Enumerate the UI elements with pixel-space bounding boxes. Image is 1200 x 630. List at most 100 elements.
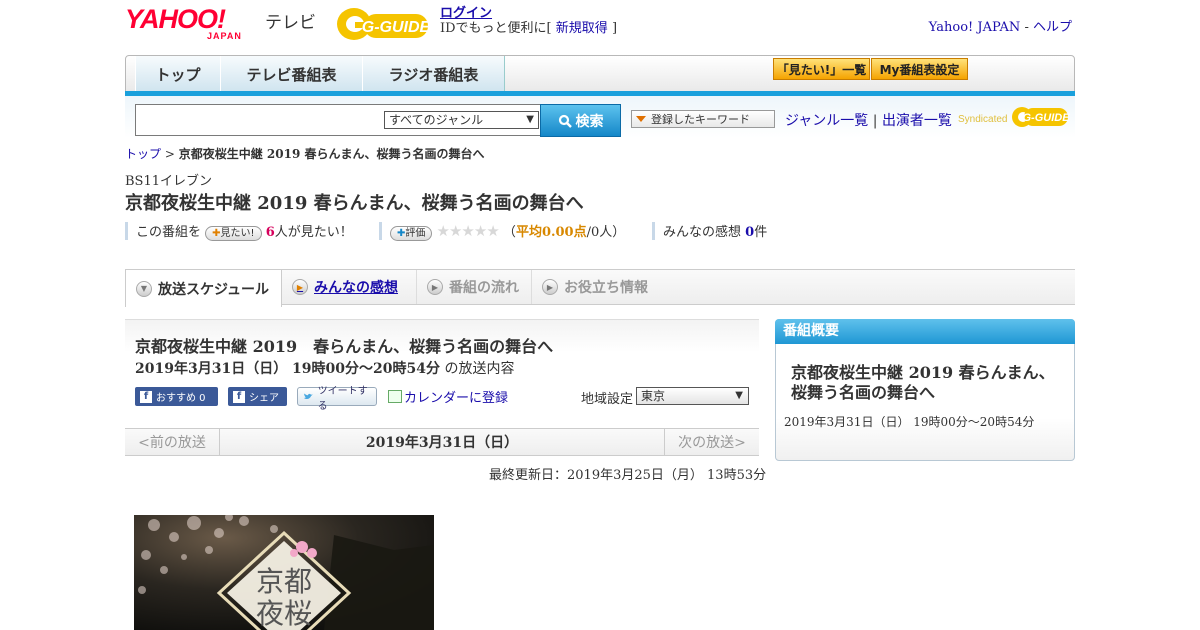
gguide-logo-text: G-GUIDE — [362, 19, 432, 36]
impressions-suffix: 件 — [754, 225, 768, 240]
id-promo-text: IDでもっと便利に[ — [440, 21, 552, 36]
login-box: ログイン IDでもっと便利に[ 新規取得 ] — [440, 6, 617, 36]
program-image: 京都 夜桜 — [134, 515, 434, 630]
facebook-share-button[interactable]: f シェア — [228, 387, 287, 406]
yahoo-logo-text: YAHOO! — [125, 4, 226, 34]
rating-divider — [652, 222, 655, 240]
my-schedule-settings-button[interactable]: My番組表設定 — [871, 58, 968, 80]
twitter-bird-icon — [303, 392, 313, 399]
tweet-label: ツイートする — [317, 385, 368, 412]
chevron-right-icon: ▶ — [427, 279, 443, 295]
tweet-button[interactable]: ツイートする — [297, 386, 377, 412]
chevron-down-icon: ▼ — [136, 280, 152, 297]
tab-broadcast-schedule[interactable]: ▼ 放送スケジュール — [125, 270, 282, 307]
average-people: /0人） — [586, 225, 626, 240]
mitai-section: この番組を ✚見たい! 6人が見たい！ — [136, 221, 353, 241]
main-navigation: トップ テレビ番組表 ラジオ番組表 「見たい!」一覧 My番組表設定 — [125, 55, 1075, 93]
current-broadcast-date: 2019年3月31日（日） — [365, 435, 519, 451]
nav-tab-tv-schedule[interactable]: テレビ番組表 — [220, 56, 363, 92]
search-button-label: 検索 — [575, 113, 604, 130]
review-button-label: 評価 — [405, 228, 426, 239]
schedule-datetime: 2019年3月31日（日） 19時00分～20時54分 の放送内容 — [135, 358, 514, 378]
search-icon — [558, 114, 572, 128]
rating-divider — [125, 222, 128, 240]
facebook-icon: f — [233, 390, 245, 403]
channel-name: BS11イレブン — [125, 174, 213, 189]
calendar-icon — [388, 390, 402, 403]
mitai-button-label: 見たい! — [220, 228, 255, 239]
yahoo-tv-logo[interactable]: YAHOO! JAPAN テレビ — [125, 6, 325, 42]
mitai-button[interactable]: ✚見たい! — [205, 226, 262, 241]
genre-select[interactable]: すべてのジャンル ▼ — [384, 111, 539, 129]
search-button[interactable]: 検索 — [540, 104, 621, 137]
mitai-count: 6 — [265, 225, 275, 240]
performer-list-link[interactable]: 出演者一覧 — [882, 113, 952, 129]
review-button[interactable]: ✚評価 — [390, 226, 433, 241]
tab-label: 放送スケジュール — [158, 281, 270, 298]
last-updated: 最終更新日：2019年3月25日（月） 13時53分 — [489, 468, 767, 483]
search-links-separator: | — [872, 113, 878, 129]
schedule-datetime-value: 2019年3月31日（日） 19時00分～20時54分 — [135, 361, 440, 377]
image-text-kyoto: 京都 — [256, 565, 312, 598]
breadcrumb-separator: > — [164, 147, 175, 161]
schedule-title: 京都夜桜生中継 2019 春らんまん、桜舞う名画の舞台へ — [135, 337, 554, 356]
plus-icon: ✚ — [212, 228, 221, 239]
yahoo-japan-link[interactable]: Yahoo! JAPAN — [929, 20, 1021, 35]
help-link[interactable]: ヘルプ — [1033, 20, 1072, 35]
breadcrumb-home-link[interactable]: トップ — [125, 147, 161, 161]
region-label: 地域設定 — [581, 392, 634, 407]
mitai-list-button[interactable]: 「見たい!」一覧 — [773, 58, 870, 80]
tab-program-flow: ▶ 番組の流れ — [417, 270, 532, 304]
schedule-datetime-suffix: の放送内容 — [444, 361, 515, 377]
search-links: ジャンル一覧 | 出演者一覧 — [785, 110, 952, 130]
chevron-right-icon: ▶ — [292, 279, 308, 295]
mitai-count-suffix: 人が見たい！ — [274, 225, 353, 240]
impressions-label: みんなの感想 — [663, 225, 742, 240]
next-broadcast-link[interactable]: 次の放送> — [664, 428, 759, 456]
share-label: シェア — [249, 393, 279, 404]
genre-selected-value: すべてのジャンル — [389, 113, 484, 127]
id-promo-close: ] — [611, 21, 618, 36]
tab-label: 番組の流れ — [449, 280, 519, 296]
dropdown-arrow-icon: ▼ — [735, 390, 743, 401]
top-links-separator: - — [1024, 20, 1029, 35]
tab-useful-info: ▶ お役立ち情報 — [532, 270, 662, 304]
tab-impressions[interactable]: ▶ みんなの感想 — [282, 270, 417, 304]
chevron-right-icon: ▶ — [542, 279, 558, 295]
login-link[interactable]: ログイン — [440, 6, 492, 21]
japan-logo-text: JAPAN — [207, 31, 242, 41]
tv-service-label: テレビ — [265, 13, 316, 33]
impressions-section: みんなの感想 0件 — [663, 221, 767, 241]
program-overview-title: 京都夜桜生中継 2019 春らんまん、桜舞う名画の舞台へ — [791, 363, 1055, 402]
region-selected-value: 東京 — [641, 389, 666, 403]
syndicated-gguide-logo: Syndicated G-GUIDE — [958, 104, 1070, 130]
facebook-icon: f — [140, 390, 152, 403]
dropdown-arrow-icon: ▼ — [526, 114, 534, 125]
program-overview-time: 2019年3月31日（日） 19時00分～20時54分 — [784, 415, 1035, 429]
breadcrumb: トップ > 京都夜桜生中継 2019 春らんまん、桜舞う名画の舞台へ — [125, 145, 485, 162]
facebook-recommend-button[interactable]: f おすすめ 0 — [135, 387, 218, 406]
nav-tab-top[interactable]: トップ — [135, 56, 221, 92]
rating-divider — [379, 222, 382, 240]
image-text-yozakura: 夜桜 — [256, 597, 312, 630]
program-overview-heading: 番組概要 — [775, 319, 1075, 344]
previous-broadcast-link[interactable]: <前の放送 — [125, 428, 220, 456]
calendar-register-link[interactable]: カレンダーに登録 — [404, 387, 508, 406]
review-section: ✚評価 ★★★★★ （平均0.00点/0人） — [390, 221, 625, 241]
registered-keywords-button[interactable]: 登録したキーワード — [631, 110, 775, 128]
register-link[interactable]: 新規取得 — [556, 21, 608, 36]
this-program-label: この番組を — [136, 225, 202, 240]
tab-label: みんなの感想 — [314, 280, 398, 296]
tab-label: お役立ち情報 — [564, 280, 648, 296]
average-score: 平均0.00点 — [515, 225, 587, 240]
nav-tab-radio-schedule[interactable]: ラジオ番組表 — [362, 56, 505, 92]
registered-keywords-label: 登録したキーワード — [651, 113, 750, 126]
triangle-down-icon — [636, 116, 646, 122]
gguide-logo[interactable]: G-GUIDE — [334, 6, 432, 42]
impressions-count-link[interactable]: 0 — [745, 225, 754, 240]
recommend-label: おすすめ 0 — [156, 393, 206, 404]
calendar-register[interactable]: カレンダーに登録 — [388, 387, 508, 406]
star-rating-icon: ★★★★★ — [436, 222, 500, 240]
genre-list-link[interactable]: ジャンル一覧 — [785, 113, 868, 129]
region-select[interactable]: 東京 ▼ — [636, 387, 749, 405]
